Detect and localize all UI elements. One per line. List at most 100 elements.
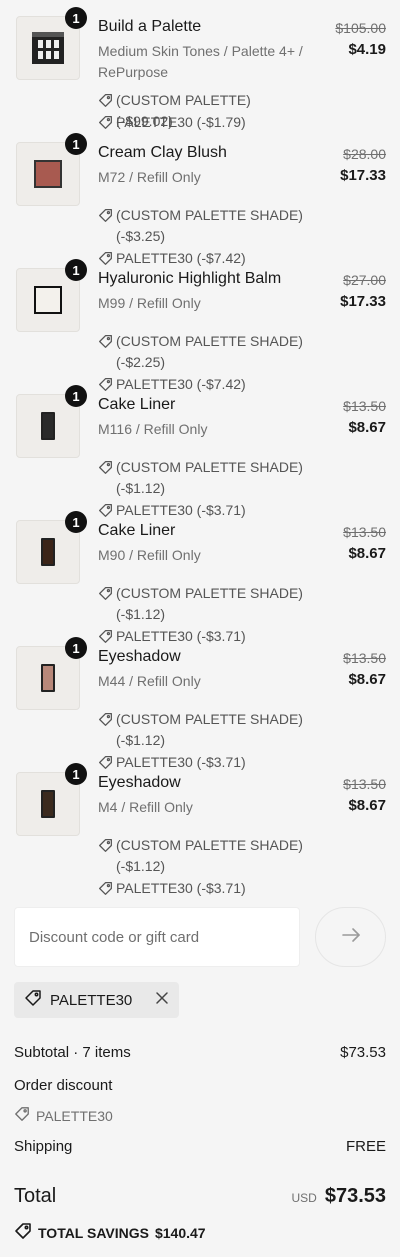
tag-icon: [98, 457, 116, 478]
shipping-value: FREE: [345, 1138, 386, 1155]
line-item: 1 Eyeshadow M44 / Refill Only (CUSTOM PALET…: [0, 636, 400, 770]
swatch: [34, 286, 62, 314]
discount-line: (CUSTOM PALETTE SHADE) (-$1.12): [98, 709, 306, 751]
subtotal-value: $73.53: [340, 1044, 386, 1061]
original-price: $13.50: [343, 650, 386, 666]
line-item: 1 Eyeshadow M4 / Refill Only (CUSTOM PALETT…: [0, 762, 400, 896]
final-price: $8.67: [348, 671, 386, 688]
subtotal-label: Subtotal · 7 items: [14, 1044, 131, 1061]
tag-icon: [98, 878, 116, 899]
line-item: 1 Cake Liner M116 / Refill Only (CUSTOM PAL…: [0, 384, 400, 518]
quantity-badge: 1: [65, 259, 87, 281]
quantity-badge: 1: [65, 763, 87, 785]
total-row: Total USD $73.53: [14, 1185, 386, 1208]
quantity-badge: 1: [65, 7, 87, 29]
line-item: 1 Cream Clay Blush M72 / Refill Only (CUSTO…: [0, 132, 400, 266]
savings-value: $140.47: [154, 1224, 206, 1241]
palette-icon: [32, 32, 64, 64]
product-variant: M4 / Refill Only: [98, 799, 193, 815]
original-price: $13.50: [343, 524, 386, 540]
savings-tag-icon: [14, 1222, 32, 1243]
arrow-right-icon: [340, 924, 362, 951]
tag-icon: [24, 989, 42, 1011]
tag-icon: [98, 709, 116, 730]
tag-icon: [98, 331, 116, 352]
final-price: $8.67: [348, 797, 386, 814]
remove-discount-button[interactable]: [155, 991, 169, 1009]
discount-code-input[interactable]: [14, 907, 300, 967]
final-price: $8.67: [348, 545, 386, 562]
discount-text: (CUSTOM PALETTE SHADE) (-$2.25): [116, 333, 303, 370]
apply-discount-button[interactable]: [315, 907, 386, 967]
discount-text: PALETTE30 (-$1.79): [116, 114, 246, 130]
order-discount-code-row: PALETTE30: [14, 1106, 113, 1125]
discount-text: (CUSTOM PALETTE SHADE) (-$1.12): [116, 711, 303, 748]
discount-text: (CUSTOM PALETTE SHADE) (-$1.12): [116, 459, 303, 496]
quantity-badge: 1: [65, 637, 87, 659]
discount-text: (CUSTOM PALETTE SHADE) (-$3.25): [116, 207, 303, 244]
swatch: [34, 160, 62, 188]
discount-text: PALETTE30 (-$3.71): [116, 880, 246, 896]
tag-icon: [98, 205, 116, 226]
line-item: 1 Hyaluronic Highlight Balm M99 / Refill O…: [0, 258, 400, 392]
product-name: Cake Liner: [98, 522, 176, 539]
discount-code-form: [0, 905, 400, 967]
original-price: $27.00: [343, 272, 386, 288]
line-item: 1 Cake Liner M90 / Refill Only (CUSTOM PALE…: [0, 510, 400, 644]
product-variant: M44 / Refill Only: [98, 673, 201, 689]
discount-line: PALETTE30 (-$3.71): [98, 878, 306, 899]
discount-text: (CUSTOM PALETTE SHADE) (-$1.12): [116, 837, 303, 874]
tag-icon: [98, 583, 116, 604]
order-discount-label: Order discount: [14, 1077, 113, 1094]
order-discount-code: PALETTE30: [36, 1107, 113, 1124]
product-variant: Medium Skin Tones / Palette 4+ / RePurpo…: [98, 43, 303, 80]
product-name: Eyeshadow: [98, 774, 181, 791]
product-name: Cake Liner: [98, 396, 176, 413]
original-price: $105.00: [335, 20, 386, 36]
close-icon: [155, 991, 169, 1009]
discount-line: PALETTE30 (-$1.79): [98, 112, 306, 133]
discount-line: (CUSTOM PALETTE SHADE) (-$3.25): [98, 205, 306, 247]
product-variant: M99 / Refill Only: [98, 295, 201, 311]
applied-discount-chip: PALETTE30: [14, 982, 179, 1018]
product-name: Build a Palette: [98, 18, 202, 35]
original-price: $28.00: [343, 146, 386, 162]
total-label: Total: [14, 1185, 57, 1207]
final-price: $4.19: [348, 41, 386, 58]
savings-label: TOTAL SAVINGS: [38, 1224, 149, 1241]
order-discount-row: Order discount: [14, 1077, 386, 1094]
line-item: 1 Build a Palette Medium Skin Tones / Pale…: [0, 6, 400, 132]
tag-icon: [98, 90, 116, 111]
discount-text: (CUSTOM PALETTE SHADE) (-$1.12): [116, 585, 303, 622]
final-price: $17.33: [340, 167, 386, 184]
swatch: [41, 412, 55, 440]
tag-icon: [98, 112, 116, 133]
shipping-row: Shipping FREE: [14, 1138, 386, 1155]
final-price: $8.67: [348, 419, 386, 436]
tag-icon: [98, 835, 116, 856]
discount-line: (CUSTOM PALETTE SHADE) (-$1.12): [98, 583, 306, 625]
product-variant: M90 / Refill Only: [98, 547, 201, 563]
product-name: Cream Clay Blush: [98, 144, 227, 161]
currency-code: USD: [291, 1191, 317, 1205]
discount-line: (CUSTOM PALETTE SHADE) (-$1.12): [98, 457, 306, 499]
tag-icon: [14, 1106, 30, 1125]
discount-line: (CUSTOM PALETTE SHADE) (-$2.25): [98, 331, 306, 373]
original-price: $13.50: [343, 398, 386, 414]
applied-discount-code: PALETTE30: [50, 991, 133, 1009]
swatch: [41, 538, 55, 566]
total-savings: TOTAL SAVINGS $140.47: [14, 1222, 206, 1243]
product-name: Eyeshadow: [98, 648, 181, 665]
quantity-badge: 1: [65, 385, 87, 407]
original-price: $13.50: [343, 776, 386, 792]
final-price: $17.33: [340, 293, 386, 310]
swatch: [41, 790, 55, 818]
quantity-badge: 1: [65, 511, 87, 533]
subtotal-row: Subtotal · 7 items $73.53: [14, 1044, 386, 1061]
discount-line: (CUSTOM PALETTE SHADE) (-$1.12): [98, 835, 306, 877]
product-variant: M72 / Refill Only: [98, 169, 201, 185]
product-variant: M116 / Refill Only: [98, 421, 208, 437]
shipping-label: Shipping: [14, 1138, 73, 1155]
total-value: $73.53: [324, 1185, 386, 1207]
swatch: [41, 664, 55, 692]
